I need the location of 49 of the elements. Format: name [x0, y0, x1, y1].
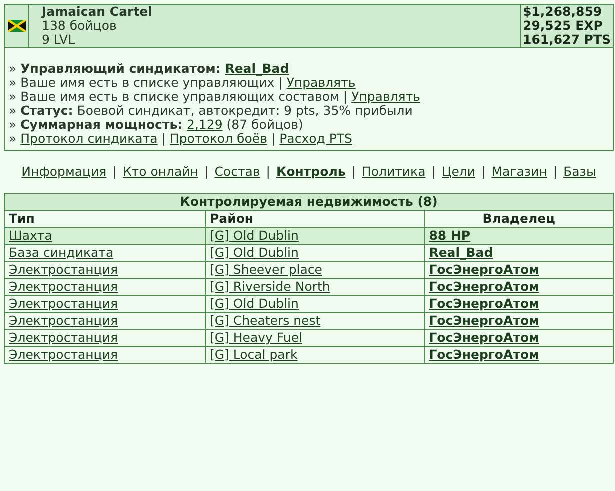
link[interactable]: Real_Bad: [225, 61, 290, 76]
table-row[interactable]: Электростанция [G] Heavy Fuel ГосЭнергоАтом: [4, 330, 614, 346]
link[interactable]: Расход PTS: [280, 131, 352, 146]
nav-tab[interactable]: Состав: [214, 165, 260, 179]
nav-tab[interactable]: Магазин: [492, 165, 548, 179]
nav-separator: |: [266, 165, 270, 179]
table-row[interactable]: База синдиката [G] Old Dublin Real_Bad: [4, 244, 614, 262]
nav-tab[interactable]: Цели: [442, 165, 476, 179]
table-row[interactable]: Электростанция [G] Riverside North ГосЭнергоАтом: [4, 278, 614, 296]
table-row[interactable]: Электростанция [G] Old Dublin ГосЭнергоАтом: [4, 296, 614, 312]
table-row[interactable]: Шахта [G] Old Dublin 88 HP: [4, 228, 614, 244]
nav-tab[interactable]: Политика: [362, 165, 426, 179]
table-title: Контролируемая недвижимость (8): [4, 194, 614, 210]
info-line: » Ваше имя есть в списке управляющих | Управлять: [9, 76, 357, 90]
info-line: » Ваше имя есть в списке управляющих составом | Управлять: [9, 90, 422, 104]
link[interactable]: 2,129: [186, 117, 223, 132]
table-row[interactable]: Электростанция [G] Local park ГосЭнергоАтом: [4, 346, 614, 364]
table-row[interactable]: Электростанция [G] Cheaters nest ГосЭнергоАтом: [4, 312, 614, 330]
owner-link[interactable]: 88 HP: [429, 228, 471, 243]
flag-icon: [8, 20, 26, 32]
link[interactable]: Управлять: [286, 75, 356, 90]
column-header: Район: [205, 210, 425, 228]
exp-amount: 29,525 EXP: [523, 19, 604, 33]
property-type-link[interactable]: Шахта: [9, 228, 52, 243]
info-line: » Управляющий синдикатом: Real_Bad: [9, 62, 290, 76]
link[interactable]: Протокол боёв: [170, 131, 268, 146]
info-line: » Суммарная мощность: 2,129 (87 бойцов): [9, 118, 304, 132]
link[interactable]: Протокол синдиката: [20, 131, 158, 146]
link[interactable]: Управлять: [352, 89, 420, 104]
info-line: » Статус: Боевой синдикат, автокредит: 9 pts, 35% прибыли: [9, 104, 413, 118]
money-amount: $1,268,859: [523, 5, 604, 19]
nav-tab[interactable]: Информация: [22, 165, 107, 179]
pts-amount: 161,627 PTS: [523, 33, 611, 47]
nav-separator: |: [204, 165, 209, 179]
table-row[interactable]: Электростанция [G] Sheever place ГосЭнергоАтом: [4, 262, 614, 278]
nav-separator: |: [482, 165, 486, 179]
nav-tab[interactable]: Кто онлайн: [122, 165, 198, 179]
nav-separator: |: [432, 165, 436, 179]
syndicate-level: 9 LVL: [42, 33, 76, 47]
member-count: 138 бойцов: [42, 19, 118, 33]
column-header: Тип: [4, 210, 206, 228]
column-header: Владелец: [424, 210, 614, 228]
nav-separator: |: [112, 165, 117, 179]
nav-tab[interactable]: Базы: [564, 165, 596, 179]
info-line: » Протокол синдиката | Протокол боёв | Расход PTS: [9, 132, 354, 146]
nav-separator: |: [553, 165, 558, 179]
syndicate-name: Jamaican Cartel: [42, 5, 154, 19]
nav-separator: |: [352, 165, 356, 179]
nav-tab[interactable]: Контроль: [276, 165, 346, 179]
